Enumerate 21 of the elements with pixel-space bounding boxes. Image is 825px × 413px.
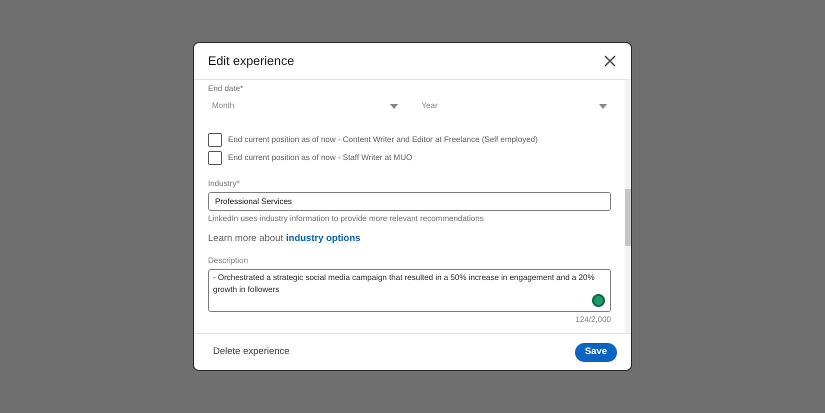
character-counter: 124/2,000 — [575, 314, 611, 326]
dialog-title: Edit experience — [208, 52, 294, 70]
field-label: Description — [208, 255, 250, 268]
caret-icon — [390, 104, 398, 108]
save-button[interactable]: Save — [574, 342, 617, 362]
checkbox-label: End current position as of now - Staff Writer at MUO — [228, 152, 412, 164]
field-label: Industry* — [208, 178, 241, 190]
checkbox[interactable] — [208, 151, 222, 165]
industry-field[interactable]: Professional Services — [208, 192, 611, 211]
grammar-icon[interactable] — [592, 294, 605, 308]
checkbox-label: End current position as of now - Content Writer and Editor at Freelance (Self employed) — [228, 134, 538, 146]
field-label: End date* — [208, 83, 244, 95]
scrollbar[interactable] — [625, 80, 631, 333]
close-icon[interactable] — [603, 54, 617, 68]
hint-text: LinkedIn uses industry information to provide more relevant recommendations — [208, 213, 485, 225]
description-field[interactable]: - Orchestrated a strategic social media campaign that resulted in a 50% increase in engagement and a 20% growth in followers — [208, 269, 611, 312]
caret-icon — [599, 104, 607, 108]
learn-more-text: Learn more about — [208, 232, 283, 246]
checkbox[interactable] — [208, 133, 222, 147]
industry-options-link[interactable]: industry options — [286, 232, 360, 246]
delete-experience-button[interactable]: Delete experience — [213, 344, 290, 360]
